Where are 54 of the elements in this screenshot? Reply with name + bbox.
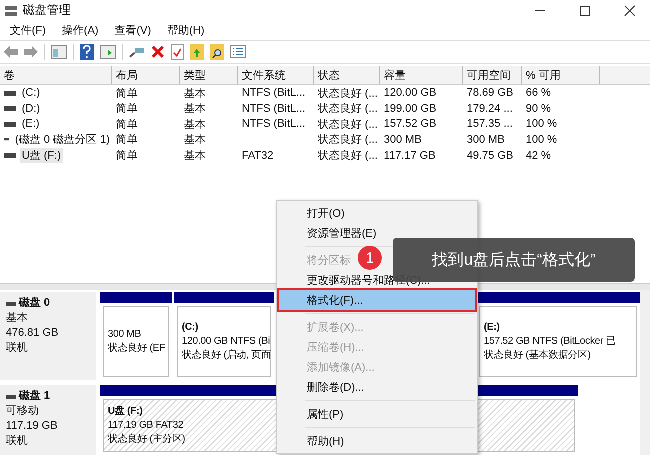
partition-status: 状态良好 (主分区) xyxy=(108,432,186,446)
table-cell-text: 基本 xyxy=(183,133,207,148)
disk-status: 联机 xyxy=(6,434,29,449)
table-cell-text: 120.00 GB xyxy=(383,87,438,100)
partition-label: U盘 (F:) xyxy=(108,404,143,418)
window-title: 磁盘管理 xyxy=(23,2,72,20)
partition-status: 状态良好 (启动, 页面 xyxy=(182,348,272,362)
table-cell-text: 简单 xyxy=(115,102,139,116)
table-cell-text: 78.69 GB xyxy=(466,87,514,100)
table-cell-text: FAT32 xyxy=(241,150,275,162)
table-cell-text: 199.00 GB xyxy=(383,102,438,115)
disk-size: 476.81 GB xyxy=(6,326,60,341)
table-cell-text: 基本 xyxy=(183,149,207,164)
table-cell-text: 状态良好 (... xyxy=(317,86,379,101)
table-cell-text: 100 % xyxy=(525,134,558,146)
table-cell-text: NTFS (BitL... xyxy=(241,118,307,130)
table-cell-text: 300 MB xyxy=(466,134,506,146)
partition-size: 157.52 GB NTFS (BitLocker 已 xyxy=(484,334,616,348)
table-cell-text: 100 % xyxy=(525,118,558,130)
table-cell-text: NTFS (BitL... xyxy=(241,87,307,100)
disk-name: 磁盘 0 xyxy=(19,296,50,311)
table-cell-text: 简单 xyxy=(115,149,139,164)
table-cell-text: 66 % xyxy=(525,87,552,100)
table-cell-text: 状态良好 (... xyxy=(317,118,379,132)
table-cell-text: 基本 xyxy=(183,86,207,101)
table-cell-text: 基本 xyxy=(183,118,207,132)
table-cell-text: 简单 xyxy=(115,86,139,101)
table-cell-text: 179.24 ... xyxy=(466,102,514,115)
table-cell-text: 状态良好 (... xyxy=(317,132,379,148)
disk-type: 基本 xyxy=(6,311,29,326)
disk-type: 可移动 xyxy=(6,404,40,419)
table-cell-text: 简单 xyxy=(115,133,139,148)
table-cell-text: 117.17 GB xyxy=(383,150,437,162)
partition-label: (C:) xyxy=(182,320,198,334)
table-cell-text: 157.35 ... xyxy=(466,118,514,130)
table-cell-text: 49.75 GB xyxy=(466,150,514,162)
disk-name: 磁盘 1 xyxy=(19,389,50,404)
partition-status: 状态良好 (基本数据分区) xyxy=(484,348,591,362)
table-cell-text: 状态良好 (... xyxy=(317,102,379,116)
disk-size: 117.19 GB xyxy=(6,419,59,434)
partition-size: 117.19 GB FAT32 xyxy=(108,418,184,432)
table-cell-text: NTFS (BitL... xyxy=(241,102,307,115)
partition-label: (E:) xyxy=(484,320,500,334)
table-cell-text: 状态良好 (... xyxy=(317,148,379,164)
table-cell-text: 157.52 GB xyxy=(383,118,438,130)
table-cell-text: 简单 xyxy=(115,118,139,132)
partition-status: 状态良好 (EF xyxy=(108,342,166,356)
partition-size: 120.00 GB NTFS (Bi xyxy=(182,334,270,348)
partition-size: 300 MB xyxy=(108,328,142,342)
disk-status: 联机 xyxy=(6,341,29,356)
table-cell-text: 42 % xyxy=(525,150,552,162)
table-cell-text: 90 % xyxy=(525,102,552,115)
table-cell-text: 300 MB xyxy=(383,134,423,146)
table-cell-text: 基本 xyxy=(183,102,207,116)
